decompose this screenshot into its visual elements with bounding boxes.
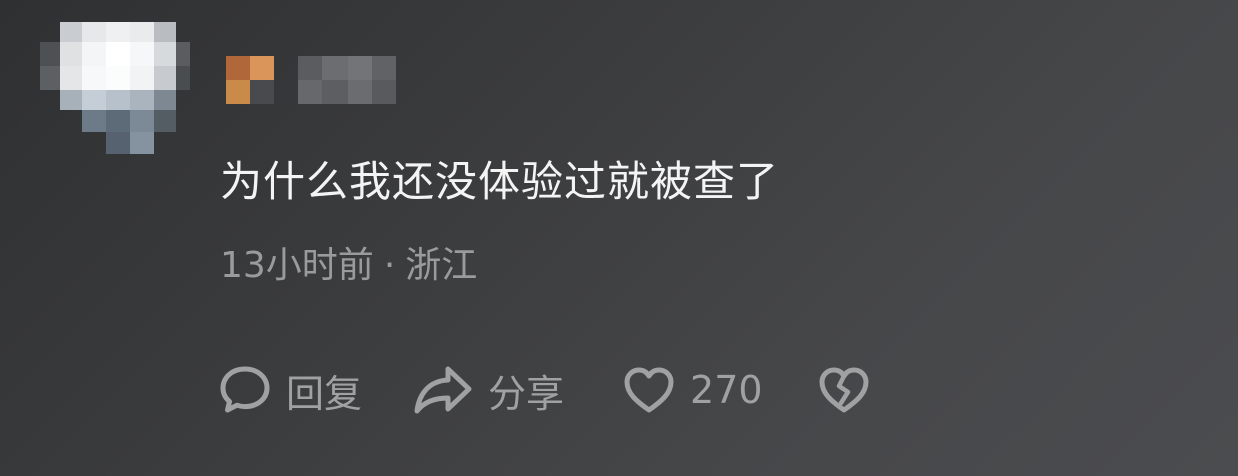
like-button[interactable]: 270 bbox=[622, 363, 763, 417]
share-arrow-icon bbox=[412, 363, 474, 417]
reply-button[interactable]: 回复 bbox=[218, 363, 362, 418]
like-count: 270 bbox=[690, 368, 763, 412]
speech-bubble-icon bbox=[218, 363, 272, 417]
reply-label: 回复 bbox=[286, 371, 363, 416]
comment-location: 浙江 bbox=[405, 245, 478, 286]
username[interactable] bbox=[226, 56, 396, 104]
avatar[interactable] bbox=[40, 22, 190, 154]
meta-separator: · bbox=[383, 245, 396, 286]
action-bar: 回复 分享 270 bbox=[218, 360, 871, 420]
broken-heart-icon bbox=[817, 363, 871, 417]
heart-icon bbox=[622, 363, 676, 417]
comment-text: 为什么我还没体验过就被查了 bbox=[220, 157, 780, 206]
dislike-button[interactable] bbox=[817, 363, 871, 417]
comment-item: 为什么我还没体验过就被查了 13小时前 · 浙江 回复 分享 270 bbox=[0, 0, 1238, 476]
comment-time: 13小时前 bbox=[220, 245, 374, 286]
share-label: 分享 bbox=[488, 371, 565, 416]
share-button[interactable]: 分享 bbox=[412, 363, 564, 418]
comment-meta: 13小时前 · 浙江 bbox=[220, 240, 477, 292]
